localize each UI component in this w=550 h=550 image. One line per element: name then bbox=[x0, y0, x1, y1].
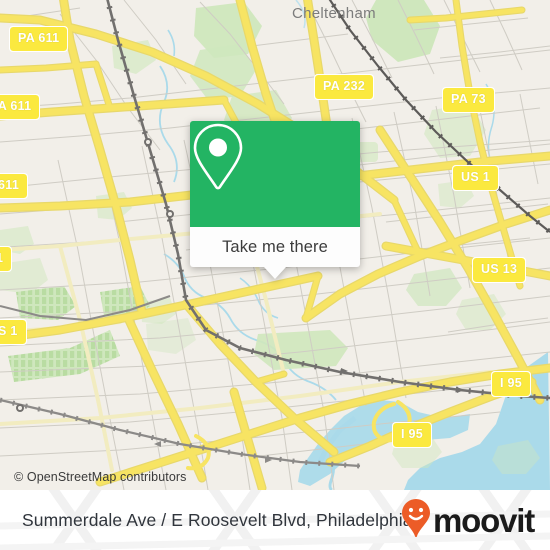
road-shield-pa-611-a: PA 611 bbox=[8, 26, 69, 52]
road-shield-pa-611-b: PA 611 bbox=[0, 94, 41, 120]
road-shield-611-c: 611 bbox=[0, 173, 29, 199]
map-canvas[interactable]: Cheltenham PA 611 PA 611 611 1 S 1 PA 23… bbox=[0, 0, 550, 490]
road-shield-i-95-b: I 95 bbox=[391, 422, 433, 448]
location-title: Summerdale Ave / E Roosevelt Blvd, Phila… bbox=[22, 509, 413, 530]
road-shield-pa-232: PA 232 bbox=[313, 74, 375, 100]
popup-tail bbox=[264, 267, 286, 279]
road-shield-us-13: US 13 bbox=[471, 257, 527, 283]
location-popup-card[interactable]: Take me there bbox=[190, 121, 360, 279]
osm-attribution: © OpenStreetMap contributors bbox=[14, 470, 187, 484]
road-shield-pa-73: PA 73 bbox=[442, 87, 495, 113]
road-shield-1-d: 1 bbox=[0, 246, 13, 272]
moovit-smiley-pin-icon bbox=[401, 498, 431, 543]
road-shield-s-1-e: S 1 bbox=[0, 319, 27, 345]
road-shield-us-1: US 1 bbox=[452, 165, 499, 191]
take-me-there-button[interactable]: Take me there bbox=[190, 227, 360, 267]
popup-pin-panel bbox=[190, 121, 360, 227]
place-label-cheltenham: Cheltenham bbox=[292, 5, 376, 22]
moovit-wordmark: moovit bbox=[433, 501, 535, 539]
road-shield-i-95-a: I 95 bbox=[490, 371, 532, 397]
footer-bar: Summerdale Ave / E Roosevelt Blvd, Phila… bbox=[0, 490, 550, 550]
moovit-logo[interactable]: moovit bbox=[401, 490, 535, 550]
